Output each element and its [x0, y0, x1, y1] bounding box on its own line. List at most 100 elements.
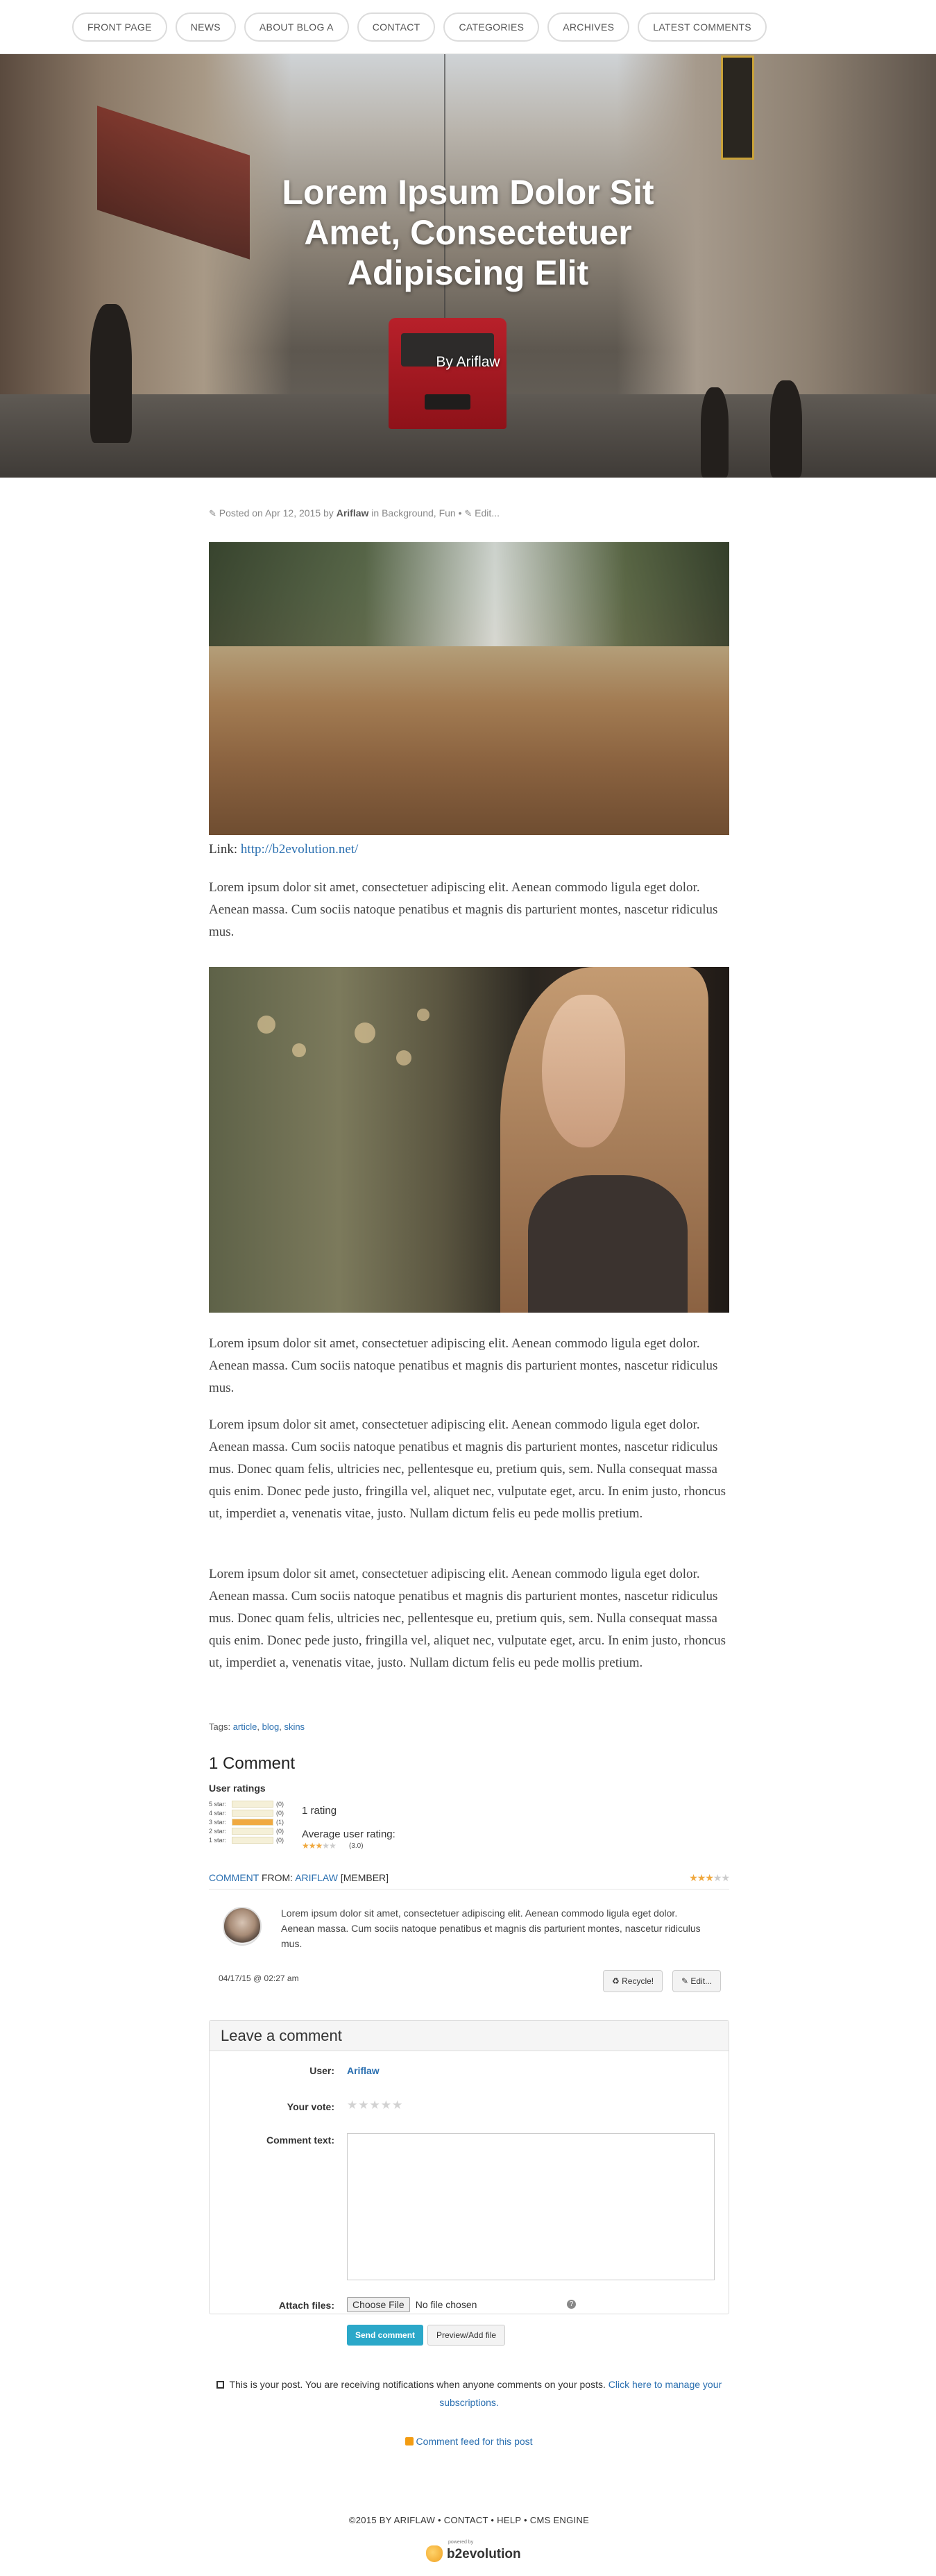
rating-summary: 1 rating	[302, 1805, 337, 1817]
vote-star-icon[interactable]: ★	[381, 2098, 392, 2112]
comments-heading: 1 Comment	[209, 1754, 296, 1773]
nav-about-blog-a[interactable]: ABOUT BLOG A	[244, 12, 349, 42]
rating-count: (1)	[276, 1818, 284, 1826]
star-icon: ★	[315, 1841, 323, 1851]
vote-label: Your vote:	[287, 2101, 334, 2112]
nav-front-page[interactable]: FRONT PAGE	[72, 12, 167, 42]
link-url[interactable]: http://b2evolution.net/	[241, 842, 358, 857]
paragraph: Lorem ipsum dolor sit amet, consectetuer…	[209, 880, 718, 939]
average-rating-label: Average user rating:	[302, 1828, 395, 1840]
paragraph: Lorem ipsum dolor sit amet, consectetuer…	[209, 1336, 718, 1395]
notification-notice: This is your post. You are receiving not…	[209, 2375, 729, 2411]
rating-bar	[232, 1836, 273, 1844]
comment-feed-link[interactable]: Comment feed for this post	[416, 2436, 532, 2447]
avatar[interactable]	[223, 1907, 262, 1946]
photo-bokeh	[355, 1022, 375, 1043]
rating-bar-fill	[232, 1819, 273, 1825]
hero-sign	[721, 56, 754, 160]
nav-latest-comments[interactable]: LATEST COMMENTS	[638, 12, 767, 42]
star-icon: ★	[713, 1872, 722, 1883]
post-author[interactable]: Ariflaw	[337, 507, 369, 519]
tag-link[interactable]: blog	[262, 1721, 280, 1732]
comment-author[interactable]: ARIFLAW	[295, 1872, 338, 1883]
hero-pedestrian	[770, 380, 802, 478]
nav-categories[interactable]: CATEGORIES	[443, 12, 540, 42]
photo-bokeh	[417, 1009, 429, 1021]
edit-icon: ✎	[681, 1976, 689, 1986]
b2evolution-logo-text: b2evolution	[447, 2547, 521, 2561]
rating-count: (0)	[276, 1809, 284, 1817]
notification-text: This is your post. You are receiving not…	[229, 2379, 606, 2390]
comment-header: COMMENT FROM: ARIFLAW [MEMBER] ★★★★★	[209, 1872, 730, 1889]
hero-byline: By Ariflaw	[436, 354, 500, 370]
user-link[interactable]: Ariflaw	[347, 2065, 380, 2076]
help-icon[interactable]: ?	[567, 2300, 576, 2309]
edit-icon: ✎	[209, 508, 216, 519]
preview-button[interactable]: Preview/Add file	[427, 2325, 506, 2346]
rating-label: 4 star:	[209, 1809, 227, 1817]
vote-star-icon[interactable]: ★	[392, 2098, 403, 2112]
star-icon: ★	[308, 1841, 316, 1851]
hero-tram	[389, 318, 507, 429]
edit-comment-label: Edit...	[690, 1976, 713, 1986]
vote-star-icon[interactable]: ★	[358, 2098, 369, 2112]
post-meta: ✎ Posted on Apr 12, 2015 by Ariflaw in B…	[209, 507, 729, 519]
choose-file-button[interactable]: Choose File	[347, 2297, 410, 2312]
vote-stars: ★★★★★	[347, 2098, 403, 2112]
rating-row: 4 star: (0)	[209, 1808, 284, 1817]
photo-bokeh	[396, 1050, 411, 1066]
recycle-label: Recycle!	[622, 1976, 654, 1986]
powered-by-text: powered by	[448, 2540, 474, 2545]
rating-count: (0)	[276, 1800, 284, 1808]
recycle-button[interactable]: ♻ Recycle!	[603, 1970, 663, 1992]
average-rating-value: (3.0)	[349, 1842, 364, 1850]
star-icon: ★	[329, 1841, 337, 1851]
b2evolution-logo[interactable]: powered by b2evolution	[426, 2540, 521, 2565]
file-input: Choose File No file chosen	[347, 2297, 477, 2312]
photo-scarf	[528, 1175, 688, 1313]
comment-form: Leave a comment User: Ariflaw Your vote:…	[209, 2020, 729, 2346]
post-categories[interactable]: in Background, Fun •	[371, 507, 461, 519]
send-comment-button[interactable]: Send comment	[347, 2325, 424, 2346]
checkbox-icon[interactable]	[216, 2381, 224, 2389]
rating-bar	[232, 1800, 273, 1808]
post-image-portrait	[209, 967, 729, 1313]
rating-count: (0)	[276, 1836, 284, 1844]
nav-archives[interactable]: ARCHIVES	[547, 12, 630, 42]
photo-trees	[209, 542, 729, 646]
rating-row: 5 star: (0)	[209, 1799, 284, 1808]
post-edit-link[interactable]: Edit...	[475, 507, 500, 519]
tag-link[interactable]: skins	[284, 1721, 305, 1732]
edit-comment-button[interactable]: ✎ Edit...	[672, 1970, 722, 1992]
post-image-field	[209, 542, 729, 835]
star-icon: ★	[721, 1872, 730, 1883]
comment-textarea[interactable]	[347, 2133, 715, 2280]
rating-label: 1 star:	[209, 1836, 227, 1844]
edit-icon: ✎	[464, 508, 473, 519]
comment-form-title: Leave a comment	[210, 2021, 729, 2051]
hero-title: Lorem Ipsum Dolor Sit Amet, Consectetuer…	[282, 173, 654, 292]
vote-star-icon[interactable]: ★	[347, 2098, 358, 2112]
photo-face	[542, 995, 625, 1147]
rating-count: (0)	[276, 1827, 284, 1835]
rating-label: 5 star:	[209, 1800, 227, 1808]
footer-text: ©2015 BY ARIFLAW • CONTACT • HELP • CMS …	[348, 2515, 590, 2525]
nav-contact[interactable]: CONTACT	[357, 12, 436, 42]
average-rating-stars: ★★★★★	[302, 1841, 337, 1851]
nav-news[interactable]: NEWS	[175, 12, 236, 42]
rss-icon	[405, 2437, 414, 2445]
comment-from-label: FROM:	[261, 1872, 293, 1883]
rating-row: 2 star: (0)	[209, 1826, 284, 1835]
star-icon: ★	[322, 1841, 330, 1851]
rating-row: 1 star: (0)	[209, 1835, 284, 1844]
user-label: User:	[309, 2065, 334, 2076]
link-label: Link:	[209, 842, 238, 857]
vote-star-icon[interactable]: ★	[370, 2098, 381, 2112]
rating-bar	[232, 1818, 273, 1826]
b2evolution-cup-icon	[426, 2545, 443, 2562]
hero-pedestrian	[90, 304, 132, 443]
photo-bokeh	[257, 1016, 275, 1034]
tag-link[interactable]: article	[233, 1721, 257, 1732]
rating-label: 2 star:	[209, 1827, 227, 1835]
post-link: Link: http://b2evolution.net/	[209, 842, 729, 857]
